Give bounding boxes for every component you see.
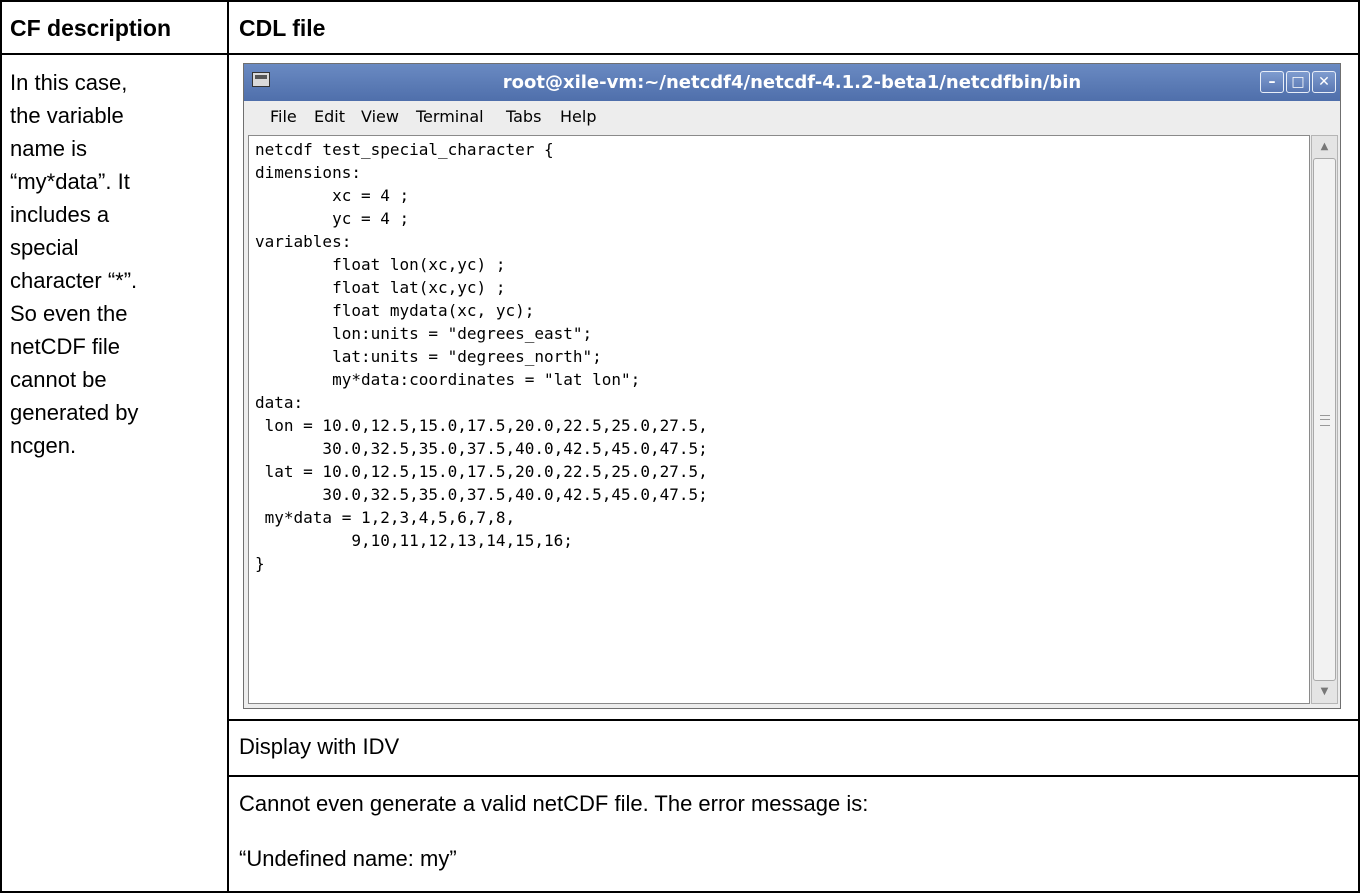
description-line: “my*data”. It (10, 169, 130, 194)
menu-tabs[interactable]: Tabs (506, 107, 541, 126)
scroll-down-icon[interactable]: ▼ (1316, 684, 1333, 700)
grip-icon (1320, 415, 1330, 426)
description-line: ncgen. (10, 433, 77, 458)
display-idv-label: Display with IDV (239, 734, 400, 759)
description-line: name is (10, 136, 88, 161)
description-line: the variable (10, 103, 124, 128)
table-border-top (0, 0, 1360, 2)
menu-edit[interactable]: Edit (314, 107, 345, 126)
description-line: special (10, 235, 79, 260)
cdl-content: netcdf test_special_character { dimensio… (255, 140, 708, 573)
result-line: Cannot even generate a valid netCDF file… (239, 791, 869, 816)
table-border-row3 (227, 775, 1360, 777)
menu-help[interactable]: Help (560, 107, 596, 126)
terminal-title: root@xile-vm:~/netcdf4/netcdf-4.1.2-beta… (502, 72, 1082, 93)
terminal-output[interactable]: netcdf test_special_character { dimensio… (248, 135, 1310, 704)
terminal-scrollbar[interactable]: ▲ ▼ (1311, 135, 1338, 704)
scroll-up-icon[interactable]: ▲ (1316, 139, 1333, 155)
description-line: In this case, (10, 70, 128, 95)
description-line: netCDF file (10, 334, 121, 359)
error-message: “Undefined name: my” (239, 846, 457, 871)
table-border-row2 (227, 719, 1360, 721)
description-line: cannot be (10, 367, 107, 392)
minimize-button[interactable]: – (1260, 71, 1284, 93)
table-border-middle (227, 0, 229, 893)
scroll-thumb[interactable] (1313, 158, 1336, 681)
terminal-titlebar[interactable]: root@xile-vm:~/netcdf4/netcdf-4.1.2-beta… (244, 64, 1340, 101)
header-cdl-file: CDL file (239, 15, 326, 41)
maximize-button[interactable]: □ (1286, 71, 1310, 93)
close-button[interactable]: ✕ (1312, 71, 1336, 93)
terminal-menubar: File Edit View Terminal Tabs Help (244, 101, 1340, 133)
menu-view[interactable]: View (361, 107, 399, 126)
header-cf-description: CF description (10, 15, 172, 41)
description-line: character “*”. (10, 268, 138, 293)
description-line: So even the (10, 301, 128, 326)
table-border-left (0, 0, 2, 893)
table-border-header (0, 53, 1360, 55)
terminal-window: root@xile-vm:~/netcdf4/netcdf-4.1.2-beta… (243, 63, 1341, 709)
menu-file[interactable]: File (270, 107, 297, 126)
description-line: includes a (10, 202, 110, 227)
menu-terminal[interactable]: Terminal (416, 107, 484, 126)
description-line: generated by (10, 400, 139, 425)
